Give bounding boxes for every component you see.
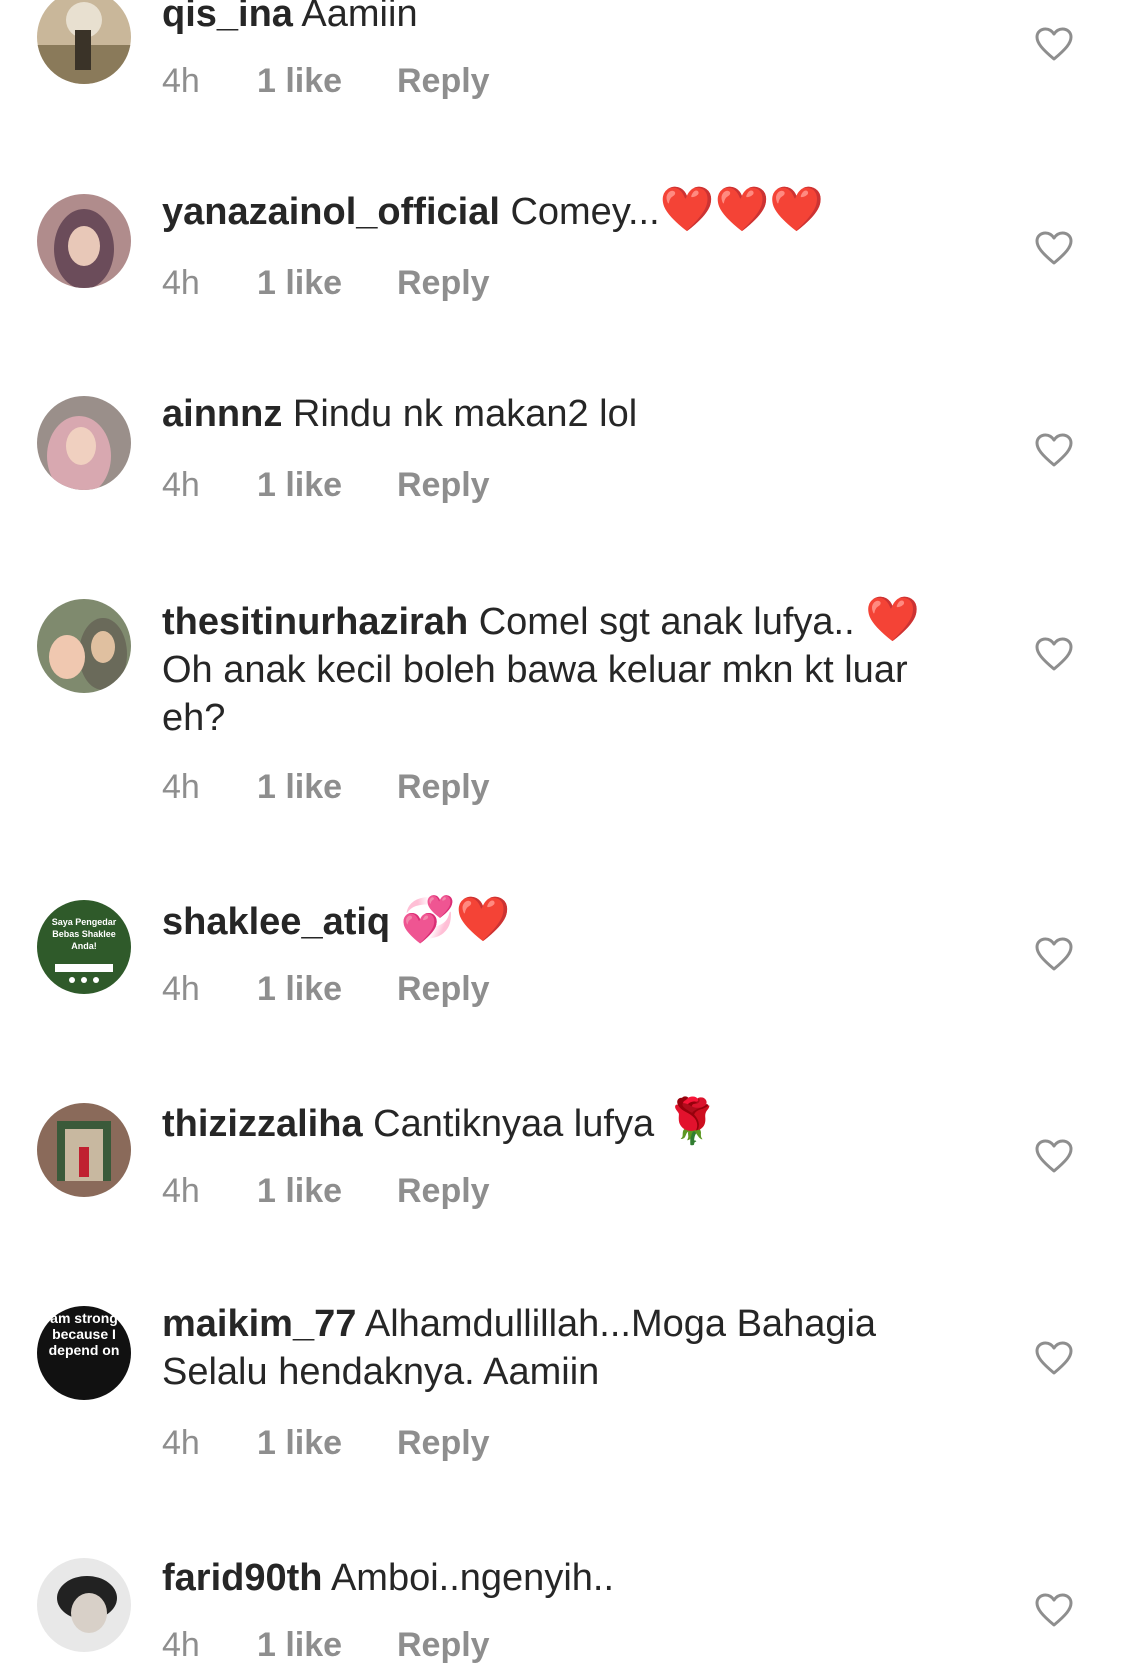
comment-text: thizizzaliha Cantiknyaa lufya 🌹 xyxy=(162,1098,962,1148)
comment-body: Comel sgt anak lufya.. xyxy=(478,601,855,643)
reply-button[interactable]: Reply xyxy=(397,1172,490,1211)
reply-button[interactable]: Reply xyxy=(397,1424,490,1463)
avatar[interactable] xyxy=(37,1103,131,1197)
like-count[interactable]: 1 like xyxy=(257,1626,397,1665)
avatar-caption: am strong because I depend on xyxy=(48,1310,120,1358)
heart-emoji: ❤️ xyxy=(455,894,511,945)
comment-body: Aamiin xyxy=(301,0,418,35)
heart-outline-icon[interactable] xyxy=(1034,936,1074,972)
username[interactable]: yanazainol_official xyxy=(162,191,500,233)
comment-meta: 4h 1 like Reply xyxy=(162,466,490,505)
comment-text: farid90th Amboi..ngenyih.. xyxy=(162,1554,962,1602)
like-count[interactable]: 1 like xyxy=(257,466,397,505)
comment-text: shaklee_atiq 💞❤️ xyxy=(162,896,962,946)
username[interactable]: thizizzaliha xyxy=(162,1103,363,1145)
comment-time: 4h xyxy=(162,768,200,806)
username[interactable]: shaklee_atiq xyxy=(162,901,390,943)
comment-time: 4h xyxy=(162,970,200,1008)
comment-meta: 4h 1 like Reply xyxy=(162,970,490,1009)
two-hearts-emoji: 💞 xyxy=(400,894,456,945)
comment-body: Comey... xyxy=(510,191,660,233)
avatar[interactable] xyxy=(37,1558,131,1652)
avatar[interactable] xyxy=(37,599,131,693)
avatar[interactable] xyxy=(37,396,131,490)
comment-meta: 4h 1 like Reply xyxy=(162,768,490,807)
like-count[interactable]: 1 like xyxy=(257,1172,397,1211)
comment-meta: 4h 1 like Reply xyxy=(162,1626,490,1665)
username[interactable]: farid90th xyxy=(162,1557,322,1599)
comment-meta: 4h 1 like Reply xyxy=(162,62,490,101)
username[interactable]: qis_ina xyxy=(162,0,293,35)
comment-body: Rindu nk makan2 lol xyxy=(292,393,638,435)
comment-text: thesitinurhazirah Comel sgt anak lufya..… xyxy=(162,596,962,742)
heart-outline-icon[interactable] xyxy=(1034,230,1074,266)
reply-button[interactable]: Reply xyxy=(397,264,490,303)
comment-body: Amboi..ngenyih.. xyxy=(330,1557,615,1599)
reply-button[interactable]: Reply xyxy=(397,466,490,505)
comment-body-continued: Oh anak kecil boleh bawa keluar mkn kt l… xyxy=(162,649,908,739)
comment-time: 4h xyxy=(162,1172,200,1210)
heart-outline-icon[interactable] xyxy=(1034,1592,1074,1628)
username[interactable]: ainnnz xyxy=(162,393,282,435)
avatar[interactable] xyxy=(37,0,131,84)
comment-meta: 4h 1 like Reply xyxy=(162,1172,490,1211)
reply-button[interactable]: Reply xyxy=(397,1626,490,1665)
username[interactable]: maikim_77 xyxy=(162,1303,356,1345)
heart-emoji: ❤️❤️❤️ xyxy=(659,184,825,235)
like-count[interactable]: 1 like xyxy=(257,1424,397,1463)
reply-button[interactable]: Reply xyxy=(397,970,490,1009)
like-count[interactable]: 1 like xyxy=(257,62,397,101)
comment-body: Cantiknyaa lufya xyxy=(373,1103,655,1145)
comment-time: 4h xyxy=(162,1626,200,1664)
comment-time: 4h xyxy=(162,62,200,100)
comment-text: maikim_77 Alhamdullillah...Moga Bahagia … xyxy=(162,1300,962,1396)
comment-time: 4h xyxy=(162,1424,200,1462)
reply-button[interactable]: Reply xyxy=(397,62,490,101)
comment-meta: 4h 1 like Reply xyxy=(162,264,490,303)
like-count[interactable]: 1 like xyxy=(257,264,397,303)
heart-outline-icon[interactable] xyxy=(1034,636,1074,672)
like-count[interactable]: 1 like xyxy=(257,768,397,807)
rose-emoji: 🌹 xyxy=(664,1096,720,1147)
avatar[interactable] xyxy=(37,194,131,288)
comment-text: yanazainol_official Comey...❤️❤️❤️ xyxy=(162,186,962,236)
comment-time: 4h xyxy=(162,466,200,504)
comment-meta: 4h 1 like Reply xyxy=(162,1424,490,1463)
avatar-caption: Saya Pengedar Bebas Shaklee Anda! xyxy=(51,917,117,951)
comment-time: 4h xyxy=(162,264,200,302)
username[interactable]: thesitinurhazirah xyxy=(162,601,468,643)
like-count[interactable]: 1 like xyxy=(257,970,397,1009)
heart-emoji: ❤️ xyxy=(865,594,921,645)
reply-button[interactable]: Reply xyxy=(397,768,490,807)
comment-text: qis_ina Aamiin xyxy=(162,0,962,38)
heart-outline-icon[interactable] xyxy=(1034,1340,1074,1376)
heart-outline-icon[interactable] xyxy=(1034,1138,1074,1174)
comment-text: ainnnz Rindu nk makan2 lol xyxy=(162,390,962,438)
heart-outline-icon[interactable] xyxy=(1034,26,1074,62)
heart-outline-icon[interactable] xyxy=(1034,432,1074,468)
